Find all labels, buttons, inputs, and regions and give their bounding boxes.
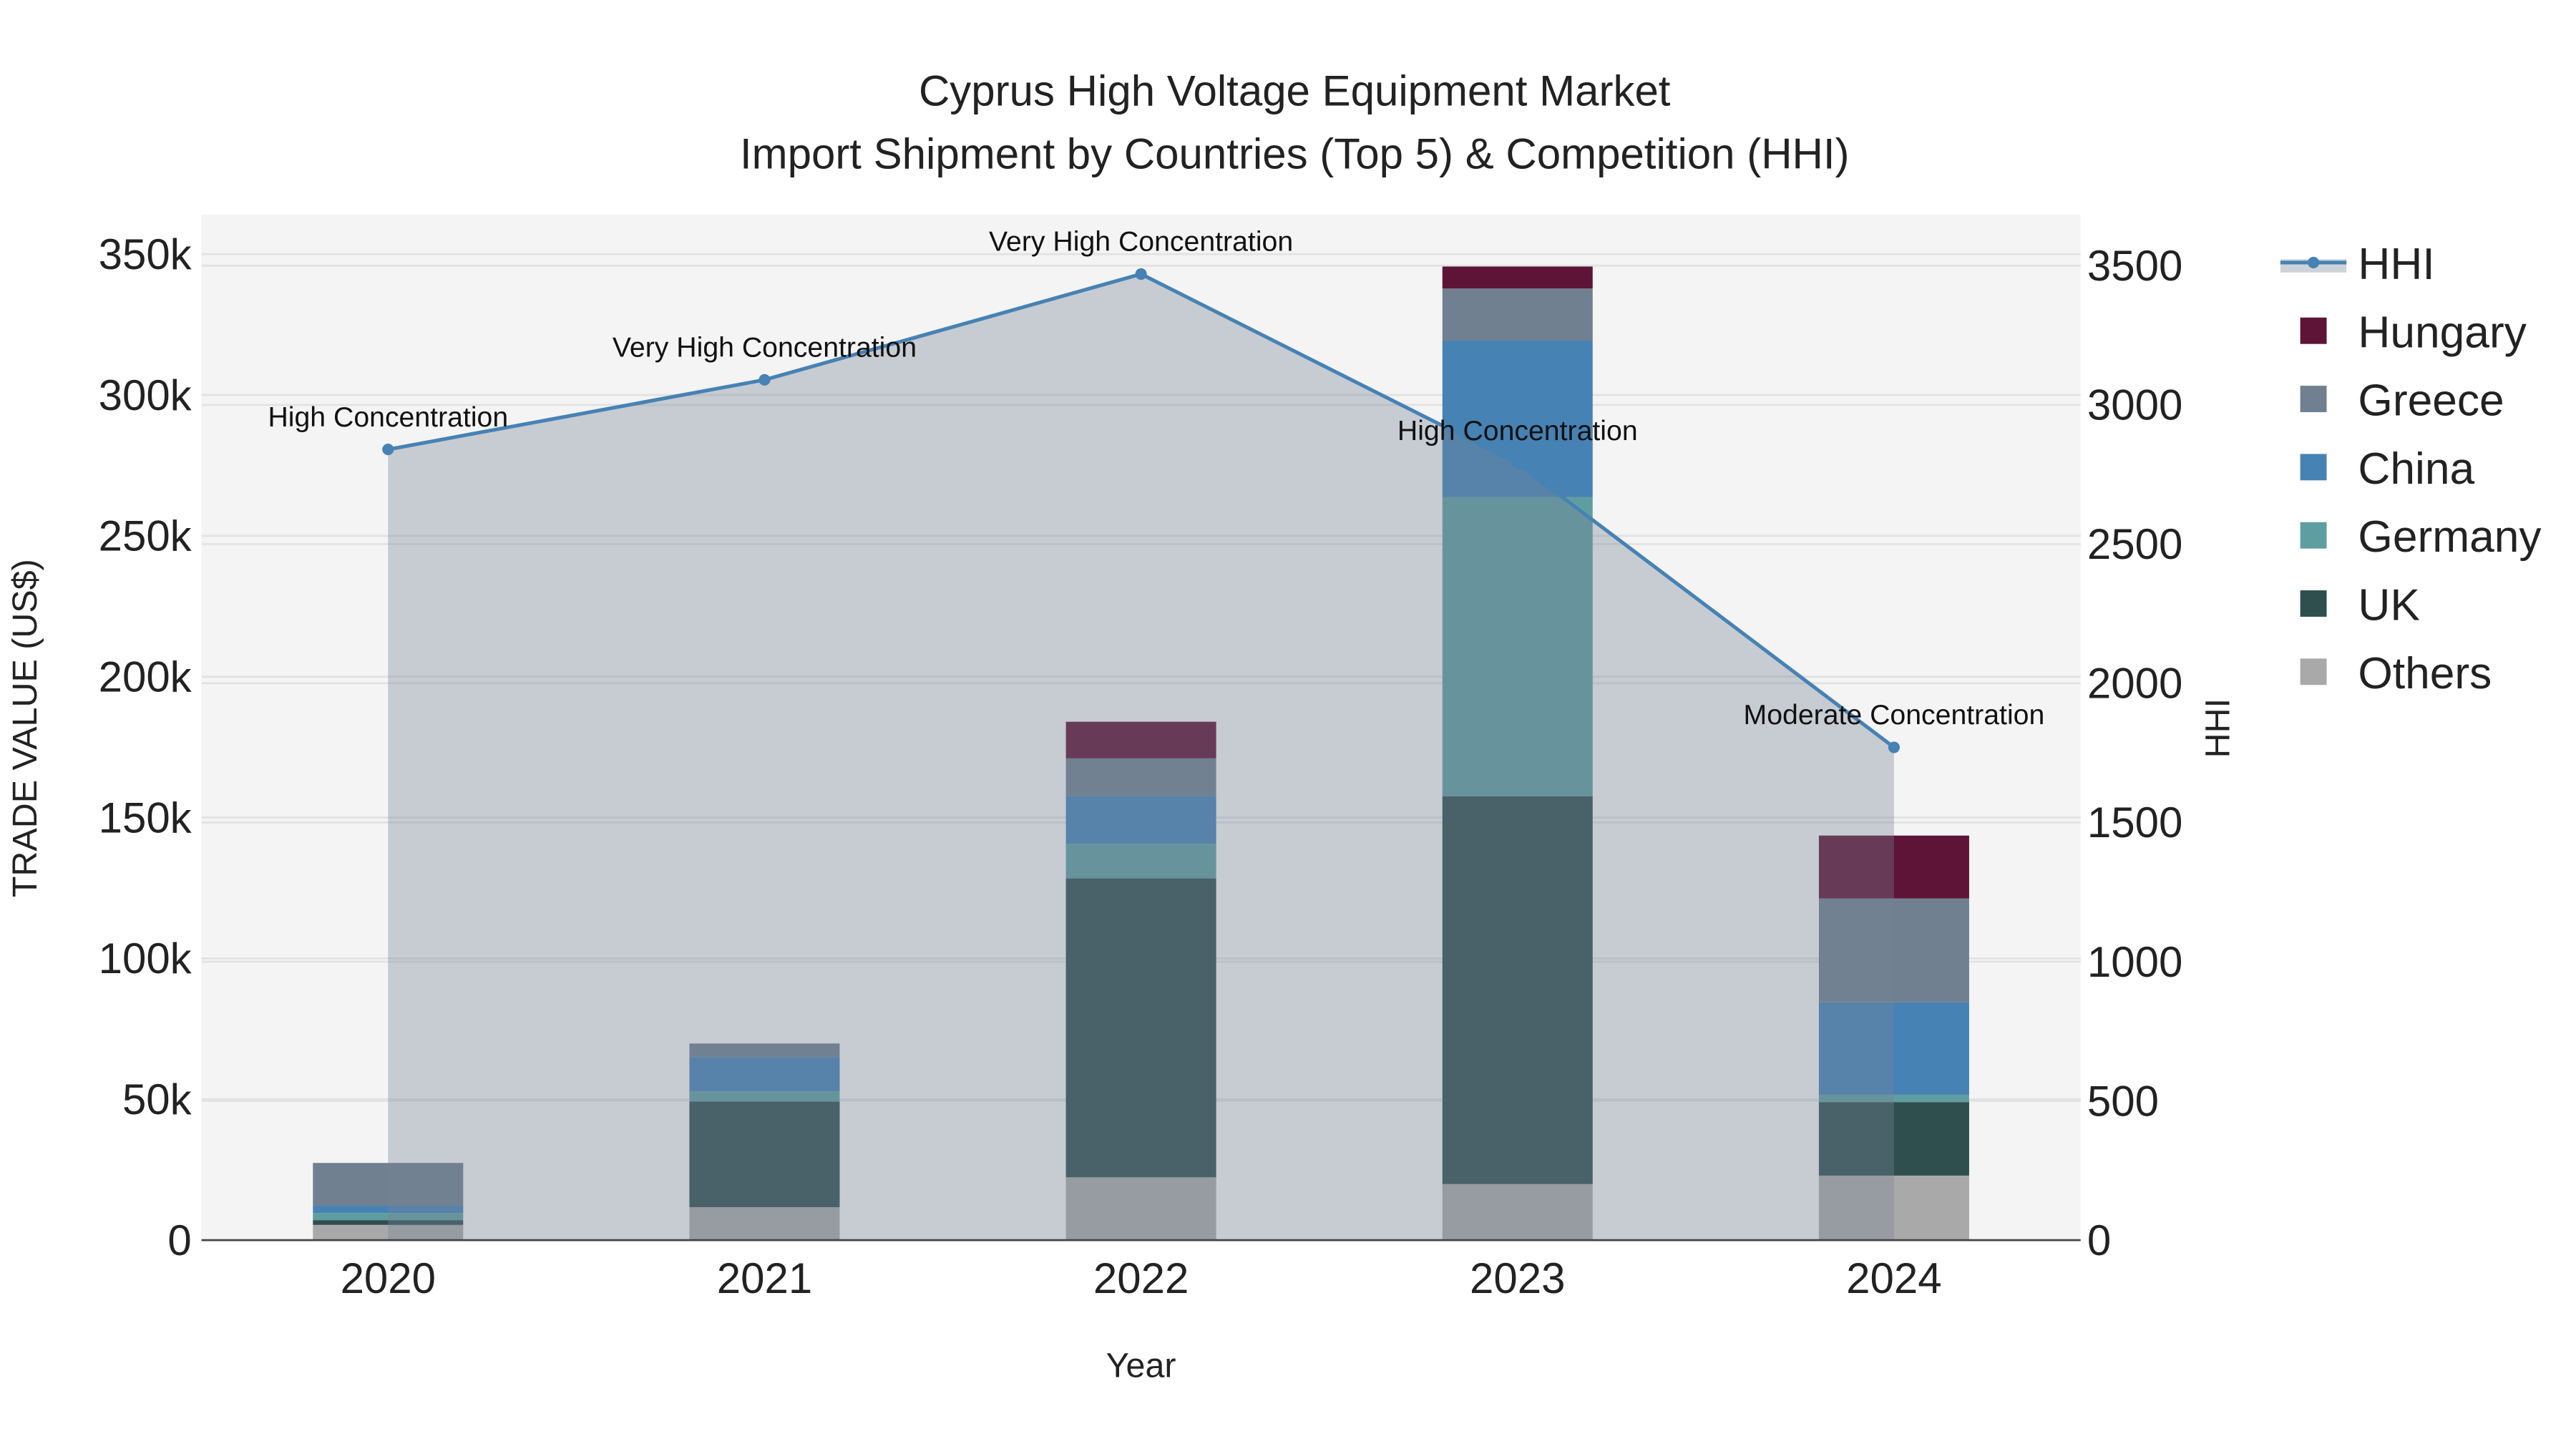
chart-subtitle: Import Shipment by Countries (Top 5) & C…	[740, 130, 1850, 177]
y-tick-label: 150k	[99, 794, 192, 841]
y-tick-label: 200k	[99, 653, 192, 701]
hhi-point	[382, 444, 394, 456]
y-tick-label: 250k	[99, 512, 192, 560]
y-tick-label: 0	[167, 1216, 191, 1264]
legend-swatch-hungary	[2300, 317, 2327, 344]
hhi-point	[1511, 457, 1523, 469]
legend-label: Others	[2358, 649, 2492, 698]
legend-swatch-china	[2300, 454, 2327, 481]
legend-label: Germany	[2358, 512, 2542, 562]
legend-label: Greece	[2358, 376, 2504, 426]
y2-tick-label: 500	[2087, 1077, 2159, 1125]
hhi-annotation: High Concentration	[1397, 415, 1638, 447]
y-tick-label: 350k	[99, 230, 192, 278]
y2-tick-label: 3500	[2087, 242, 2182, 290]
x-tick-label: 2021	[717, 1254, 812, 1302]
legend-swatch-germany	[2300, 522, 2327, 549]
legend-swatch-others	[2300, 658, 2327, 686]
hhi-point	[1888, 741, 1900, 753]
y-tick-label: 100k	[99, 935, 192, 982]
legend-label: HHI	[2358, 240, 2434, 289]
hhi-point	[1135, 268, 1147, 280]
x-tick-label: 2020	[341, 1254, 436, 1302]
chart-title: Cyprus High Voltage Equipment Market	[919, 67, 1671, 115]
y-axis-title: TRADE VALUE (US$)	[6, 559, 44, 897]
legend-label: UK	[2358, 581, 2420, 630]
y2-tick-label: 2500	[2087, 520, 2182, 568]
legend-swatch-uk	[2300, 590, 2327, 617]
hhi-annotation: High Concentration	[268, 401, 508, 433]
chart: Cyprus High Voltage Equipment Market Imp…	[6, 67, 2542, 1385]
hhi-point	[758, 374, 771, 386]
legend: HHI Hungary Greece China Germany UK Others	[2280, 240, 2542, 698]
legend-label: China	[2358, 444, 2474, 494]
x-tick-label: 2022	[1093, 1254, 1189, 1302]
legend-label: Hungary	[2358, 308, 2527, 357]
hhi-annotation: Very High Concentration	[613, 332, 917, 364]
hhi-annotation: Very High Concentration	[989, 226, 1293, 258]
bar-greece-2023	[1442, 288, 1593, 341]
hhi-annotation: Moderate Concentration	[1744, 699, 2045, 731]
y2-tick-label: 1000	[2087, 938, 2182, 986]
x-tick-label: 2024	[1846, 1254, 1941, 1302]
y2-tick-label: 1500	[2087, 799, 2182, 847]
y2-tick-label: 2000	[2087, 660, 2182, 708]
x-axis-title: Year	[1106, 1347, 1176, 1385]
x-tick-label: 2023	[1470, 1254, 1565, 1302]
legend-hhi-marker	[2308, 256, 2320, 268]
y2-tick-label: 0	[2087, 1216, 2111, 1264]
y-tick-label: 50k	[122, 1075, 192, 1123]
legend-swatch-greece	[2300, 386, 2327, 412]
y2-axis-title: HHI	[2198, 698, 2237, 758]
y-tick-label: 300k	[99, 371, 192, 419]
y2-tick-label: 3000	[2087, 381, 2182, 429]
bar-hungary-2023	[1442, 266, 1593, 289]
